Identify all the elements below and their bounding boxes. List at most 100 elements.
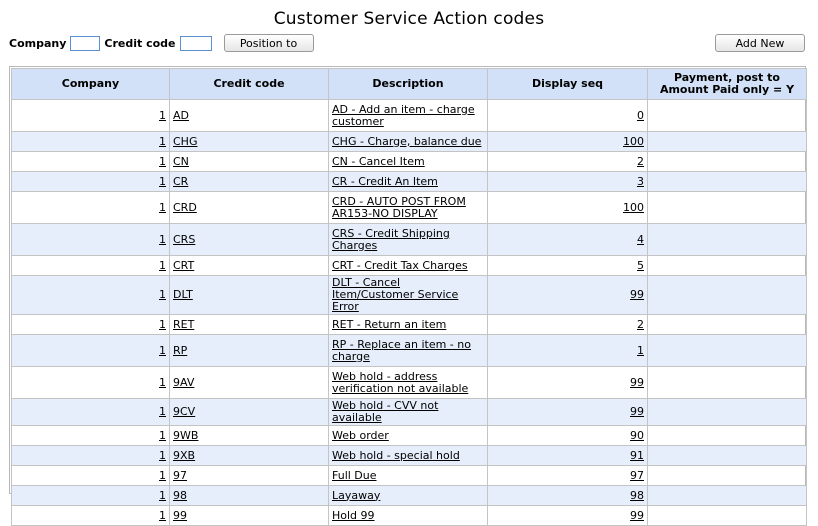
company-cell: 1 (11, 445, 170, 466)
credit-code-link[interactable]: RET (173, 318, 194, 331)
description-link[interactable]: DLT - Cancel Item/Customer Service Error (332, 276, 458, 313)
company-link[interactable]: 1 (159, 175, 166, 188)
company-input[interactable] (70, 35, 101, 51)
payment-cell-cell (647, 465, 807, 486)
description-link[interactable]: Layaway (332, 489, 380, 502)
display-seq-link[interactable]: 91 (630, 449, 644, 462)
credit-code-input[interactable] (179, 35, 212, 51)
payment-cell-cell (647, 445, 807, 466)
description-link[interactable]: Web hold - CVV not available (332, 399, 438, 424)
display-seq-link[interactable]: 99 (630, 509, 644, 522)
display-seq-link[interactable]: 97 (630, 469, 644, 482)
display-seq-cell: 99 (487, 505, 648, 526)
display-seq-link[interactable]: 2 (637, 318, 644, 331)
action-codes-grid: Company Credit code Description Display … (9, 66, 807, 526)
display-seq-link[interactable]: 99 (630, 288, 644, 301)
credit-code-link[interactable]: CRT (173, 259, 194, 272)
credit-code-link[interactable]: 9WB (173, 429, 198, 442)
company-link[interactable]: 1 (159, 429, 166, 442)
display-seq-cell: 100 (487, 131, 648, 152)
description-link[interactable]: CRD - AUTO POST FROM AR153-NO DISPLAY (332, 195, 466, 220)
credit-code-link[interactable]: CHG (173, 135, 197, 148)
table-row: 1 DLT DLT - Cancel Item/Customer Service E… (11, 275, 807, 315)
display-seq-link[interactable]: 99 (630, 376, 644, 389)
company-link[interactable]: 1 (159, 201, 166, 214)
credit-code-cell: 9WB (169, 425, 329, 446)
table-row: 1 9XB Web hold - special hold 91 (11, 445, 807, 466)
display-seq-cell: 90 (487, 425, 648, 446)
description-link[interactable]: RP - Replace an item - no charge (332, 338, 471, 363)
display-seq-link[interactable]: 4 (637, 233, 644, 246)
credit-code-link[interactable]: CRS (173, 233, 195, 246)
description-link[interactable]: AD - Add an item - charge customer (332, 103, 475, 128)
company-link[interactable]: 1 (159, 109, 166, 122)
description-cell: AD - Add an item - charge customer (328, 99, 488, 132)
company-link[interactable]: 1 (159, 405, 166, 418)
description-link[interactable]: CRS - Credit Shipping Charges (332, 227, 450, 252)
description-link[interactable]: RET - Return an item (332, 318, 446, 331)
credit-code-link[interactable]: CN (173, 155, 189, 168)
company-link[interactable]: 1 (159, 288, 166, 301)
display-seq-link[interactable]: 100 (623, 201, 644, 214)
display-seq-cell: 5 (487, 255, 648, 276)
company-link[interactable]: 1 (159, 509, 166, 522)
display-seq-link[interactable]: 98 (630, 489, 644, 502)
display-seq-cell: 1 (487, 334, 648, 367)
payment-cell-cell (647, 171, 807, 192)
description-cell: CR - Credit An Item (328, 171, 488, 192)
company-link[interactable]: 1 (159, 344, 166, 357)
company-cell: 1 (11, 151, 170, 172)
payment-cell-cell (647, 505, 807, 526)
description-link[interactable]: Web order (332, 429, 389, 442)
credit-code-link[interactable]: 9AV (173, 376, 194, 389)
company-link[interactable]: 1 (159, 469, 166, 482)
credit-code-link[interactable]: 9XB (173, 449, 195, 462)
description-cell: Web hold - CVV not available (328, 398, 488, 426)
display-seq-link[interactable]: 2 (637, 155, 644, 168)
company-link[interactable]: 1 (159, 449, 166, 462)
table-row: 1 99 Hold 99 99 (11, 505, 807, 526)
display-seq-link[interactable]: 99 (630, 405, 644, 418)
description-link[interactable]: Web hold - special hold (332, 449, 460, 462)
description-link[interactable]: Hold 99 (332, 509, 375, 522)
display-seq-link[interactable]: 5 (637, 259, 644, 272)
display-seq-cell: 4 (487, 223, 648, 256)
display-seq-link[interactable]: 100 (623, 135, 644, 148)
add-new-button[interactable]: Add New (715, 34, 805, 52)
company-link[interactable]: 1 (159, 318, 166, 331)
display-seq-link[interactable]: 3 (637, 175, 644, 188)
credit-code-link[interactable]: 99 (173, 509, 187, 522)
display-seq-link[interactable]: 0 (637, 109, 644, 122)
position-to-button[interactable]: Position to (223, 34, 314, 52)
credit-code-link[interactable]: 97 (173, 469, 187, 482)
credit-code-cell: RET (169, 314, 329, 335)
display-seq-link[interactable]: 1 (637, 344, 644, 357)
credit-code-link[interactable]: CRD (173, 201, 197, 214)
display-seq-cell: 2 (487, 151, 648, 172)
credit-code-cell: 9AV (169, 366, 329, 399)
description-link[interactable]: CN - Cancel Item (332, 155, 425, 168)
table-row: 1 97 Full Due 97 (11, 465, 807, 486)
credit-code-link[interactable]: AD (173, 109, 189, 122)
payment-cell-cell (647, 223, 807, 256)
credit-code-link[interactable]: DLT (173, 288, 193, 301)
payment-cell-cell (647, 191, 807, 224)
company-link[interactable]: 1 (159, 233, 166, 246)
display-seq-link[interactable]: 90 (630, 429, 644, 442)
description-link[interactable]: CRT - Credit Tax Charges (332, 259, 468, 272)
company-link[interactable]: 1 (159, 376, 166, 389)
credit-code-link[interactable]: 98 (173, 489, 187, 502)
credit-code-link[interactable]: RP (173, 344, 187, 357)
description-link[interactable]: Full Due (332, 469, 377, 482)
credit-code-link[interactable]: CR (173, 175, 188, 188)
description-link[interactable]: CHG - Charge, balance due (332, 135, 481, 148)
credit-code-link[interactable]: 9CV (173, 405, 195, 418)
credit-code-cell: DLT (169, 275, 329, 315)
credit-code-cell: CRS (169, 223, 329, 256)
description-link[interactable]: CR - Credit An Item (332, 175, 438, 188)
company-link[interactable]: 1 (159, 135, 166, 148)
company-link[interactable]: 1 (159, 259, 166, 272)
company-link[interactable]: 1 (159, 489, 166, 502)
description-link[interactable]: Web hold - address verification not avai… (332, 370, 468, 395)
company-link[interactable]: 1 (159, 155, 166, 168)
